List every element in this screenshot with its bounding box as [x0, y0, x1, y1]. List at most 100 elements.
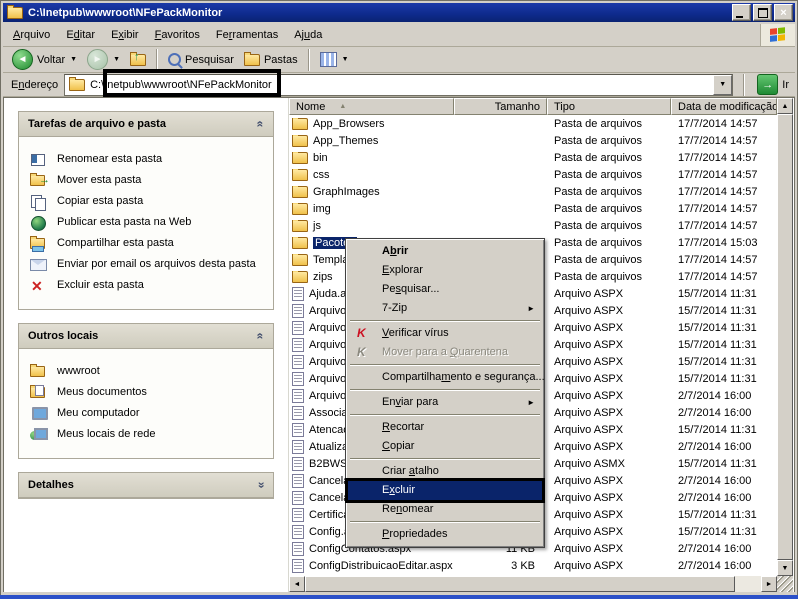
pane-header-tarefas-de-arquivo-e-pasta[interactable]: Tarefas de arquivo e pasta« — [19, 112, 273, 137]
forward-button[interactable]: ► ▼ — [83, 48, 124, 72]
context-menu-item-abrir[interactable]: Abrir — [348, 242, 542, 261]
context-menu-item-copiar[interactable]: Copiar — [348, 437, 542, 456]
menu-separator — [350, 389, 540, 391]
horizontal-scroll-track[interactable] — [735, 576, 761, 592]
maximize-button[interactable] — [753, 4, 772, 21]
table-row[interactable]: App_ThemesPasta de arquivos17/7/2014 14:… — [289, 132, 777, 149]
context-menu-item-7-zip[interactable]: 7-Zip► — [348, 299, 542, 318]
views-dropdown-icon[interactable]: ▼ — [342, 56, 349, 63]
menu-favoritos[interactable]: Favoritos — [147, 26, 208, 44]
menu-arquivo[interactable]: Arquivo — [5, 26, 58, 44]
context-menu-item-pesquisar[interactable]: Pesquisar... — [348, 280, 542, 299]
context-menu-item-verificar-vi-rus[interactable]: KVerificar vírus — [348, 324, 542, 343]
context-menu-item-excluir-annotated[interactable]: Excluir — [348, 481, 542, 500]
address-combo[interactable]: C:\Inetpub\wwwroot\NFePackMonitor ▼ — [64, 74, 733, 96]
context-menu-item-recortar[interactable]: Recortar — [348, 418, 542, 437]
vertical-scrollbar[interactable]: ▲ ▼ — [777, 98, 793, 576]
rename-icon — [30, 152, 48, 167]
table-row[interactable]: ConfigEditarContato.aspx9 KBArquivo ASPX… — [289, 574, 777, 576]
scroll-right-button[interactable]: ► — [761, 576, 777, 592]
go-arrow-icon: → — [757, 74, 778, 95]
explorer-window: { "colors": { "titlebar_blue": "#0e2a8c"… — [0, 0, 798, 599]
folders-button[interactable]: Pastas — [240, 48, 302, 72]
address-bar: Endereço C:\Inetpub\wwwroot\NFePackMonit… — [3, 73, 795, 97]
search-icon — [168, 53, 181, 66]
sidebar-item-renomear-esta-pasta[interactable]: Renomear esta pasta — [30, 152, 267, 167]
table-row[interactable]: binPasta de arquivos17/7/2014 14:57 — [289, 149, 777, 166]
file-name: js — [313, 220, 321, 232]
scroll-up-button[interactable]: ▲ — [777, 98, 793, 114]
menu-exibir[interactable]: Exibir — [103, 26, 147, 44]
sidebar-item-publicar-esta-pasta-na-web[interactable]: Publicar esta pasta na Web — [30, 215, 267, 230]
chevron-up-icon[interactable]: « — [256, 333, 266, 340]
chevron-down-icon[interactable]: « — [256, 482, 266, 489]
pane-header-detalhes[interactable]: Detalhes« — [19, 473, 273, 498]
sidebar-item-copiar-esta-pasta[interactable]: Copiar esta pasta — [30, 194, 267, 209]
go-button[interactable]: → Ir — [755, 73, 791, 97]
context-menu-item-compartilhamento-e-seguranc-a[interactable]: Compartilhamento e segurança... — [348, 368, 542, 387]
sidebar-item-mover-esta-pasta[interactable]: →Mover esta pasta — [30, 173, 267, 188]
sidebar-item-excluir-esta-pasta[interactable]: ✕Excluir esta pasta — [30, 278, 267, 293]
maximize-icon — [758, 8, 768, 18]
table-row[interactable]: App_BrowsersPasta de arquivos17/7/2014 1… — [289, 115, 777, 132]
up-button[interactable]: ↑ — [126, 48, 150, 72]
back-button[interactable]: ◄ Voltar ▼ — [8, 48, 81, 72]
column-header-tipo[interactable]: Tipo — [547, 98, 671, 115]
sidebar-item-meu-computador[interactable]: Meu computador — [30, 406, 267, 421]
address-dropdown-button[interactable]: ▼ — [713, 75, 732, 95]
sidebar-item-label: Mover esta pasta — [57, 173, 141, 186]
search-button[interactable]: Pesquisar — [164, 48, 238, 72]
forward-icon: ► — [87, 49, 108, 70]
views-icon — [320, 52, 337, 67]
file-name-cell: bin — [289, 152, 454, 164]
back-dropdown-icon[interactable]: ▼ — [70, 56, 77, 63]
sidebar-item-enviar-por-email-os-arquivos-desta-pasta[interactable]: Enviar por email os arquivos desta pasta — [30, 257, 267, 272]
column-header-data-de-modificac-a-o[interactable]: Data de modificação — [671, 98, 777, 115]
horizontal-scroll-thumb[interactable] — [305, 576, 735, 592]
table-row[interactable]: imgPasta de arquivos17/7/2014 14:57 — [289, 200, 777, 217]
table-row[interactable]: ConfigDistribuicaoEditar.aspx3 KBArquivo… — [289, 557, 777, 574]
chevron-up-icon[interactable]: « — [256, 121, 266, 128]
sidebar-item-wwwroot[interactable]: wwwroot — [30, 364, 267, 379]
column-header-nome[interactable]: Nome▲ — [289, 98, 454, 115]
file-date-cell: 17/7/2014 14:57 — [671, 271, 777, 283]
file-type-cell: Pasta de arquivos — [547, 169, 671, 181]
context-menu-item-explorar[interactable]: Explorar — [348, 261, 542, 280]
file-icon — [292, 355, 304, 369]
file-name-cell: ConfigDistribuicaoEditar.aspx — [289, 559, 454, 573]
file-icon — [292, 576, 304, 577]
scroll-left-button[interactable]: ◄ — [289, 576, 305, 592]
table-row[interactable]: GraphImagesPasta de arquivos17/7/2014 14… — [289, 183, 777, 200]
context-menu-item-renomear[interactable]: Renomear — [348, 500, 542, 519]
context-menu-item-enviar-para[interactable]: Enviar para► — [348, 393, 542, 412]
table-row[interactable]: jsPasta de arquivos17/7/2014 14:57 — [289, 217, 777, 234]
file-date-cell: 15/7/2014 11:31 — [671, 458, 777, 470]
menu-ferramentas[interactable]: Ferramentas — [208, 26, 286, 44]
views-button[interactable]: ▼ — [316, 48, 353, 72]
pane-header-outros-locais[interactable]: Outros locais« — [19, 324, 273, 349]
context-menu-item-propriedades[interactable]: Propriedades — [348, 525, 542, 544]
menu-bar: ArquivoEditarExibirFavoritosFerramentasA… — [3, 24, 795, 47]
task-pane-outros-locais: Outros locais« wwwroot Meus documentos Meu … — [18, 323, 274, 459]
minimize-button[interactable] — [732, 4, 751, 21]
close-button[interactable]: × — [774, 4, 793, 21]
sidebar-item-meus-locais-de-rede[interactable]: Meus locais de rede — [30, 427, 267, 442]
resize-grip[interactable] — [777, 576, 793, 592]
menu-ajuda[interactable]: Ajuda — [286, 26, 330, 44]
context-menu-item-criar-atalho[interactable]: Criar atalho — [348, 462, 542, 481]
address-input[interactable]: C:\Inetpub\wwwroot\NFePackMonitor — [90, 79, 272, 91]
vertical-scroll-thumb[interactable] — [777, 114, 793, 560]
menu-editar[interactable]: Editar — [58, 26, 103, 44]
table-row[interactable]: cssPasta de arquivos17/7/2014 14:57 — [289, 166, 777, 183]
folder-icon — [292, 135, 308, 147]
context-menu-item-mover-para-a-quarentena[interactable]: KMover para a Quarentena — [348, 343, 542, 362]
sidebar-item-compartilhar-esta-pasta[interactable]: Compartilhar esta pasta — [30, 236, 267, 251]
column-header-tamanho[interactable]: Tamanho — [454, 98, 547, 115]
sidebar-item-meus-documentos[interactable]: Meus documentos — [30, 385, 267, 400]
horizontal-scrollbar[interactable]: ◄ ► — [289, 576, 777, 592]
forward-dropdown-icon[interactable]: ▼ — [113, 56, 120, 63]
scroll-down-button[interactable]: ▼ — [777, 560, 793, 576]
file-date-cell: 17/7/2014 15:03 — [671, 237, 777, 249]
folder-icon — [292, 203, 308, 215]
task-sidebar: Tarefas de arquivo e pasta« Renomear esta… — [4, 98, 289, 592]
